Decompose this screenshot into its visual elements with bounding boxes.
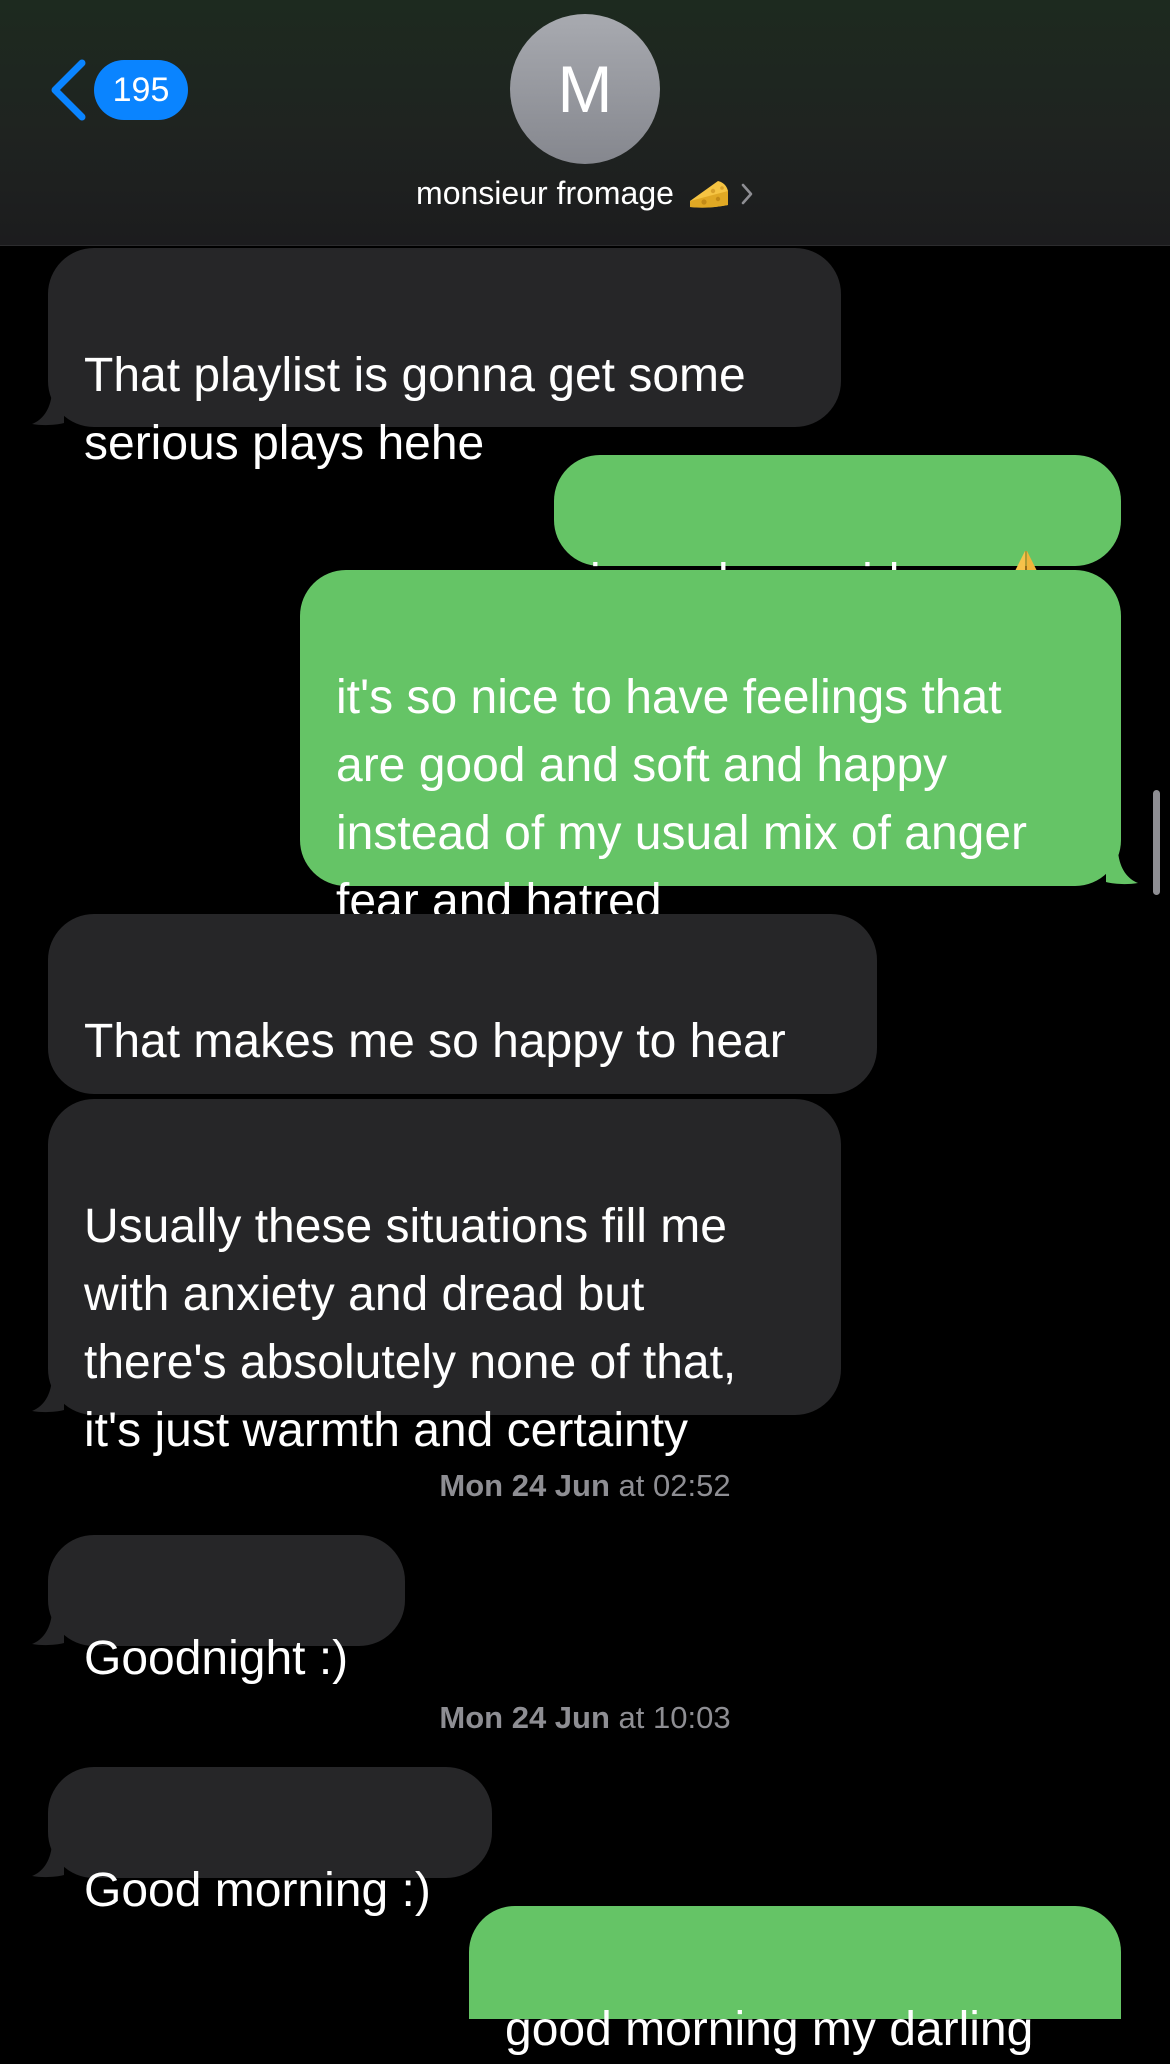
bubble-tail <box>32 1380 64 1413</box>
contact-name-button[interactable]: monsieur fromage <box>0 175 1170 212</box>
bubble-tail <box>1106 852 1138 885</box>
scroll-indicator[interactable] <box>1153 790 1160 895</box>
conversation-header: 195 M monsieur fromage <box>0 0 1170 246</box>
timestamp-day: Mon 24 Jun <box>439 1700 610 1735</box>
message-text: good morning my darling <box>505 2003 1034 2056</box>
message-text: Good morning :) <box>84 1864 431 1917</box>
message-bubble-incoming[interactable]: That makes me so happy to hear <box>48 914 877 1204</box>
unread-count-badge: 195 <box>94 60 188 120</box>
timestamp-time: at 10:03 <box>609 1700 731 1735</box>
timestamp-time: at 02:52 <box>609 1468 731 1503</box>
contact-name-label: monsieur fromage <box>416 175 674 211</box>
message-bubble-outgoing[interactable]: it's so nice to have feelings that are g… <box>300 570 1121 928</box>
timestamp: Mon 24 Jun at 10:03 <box>0 1700 1170 1736</box>
chevron-right-icon <box>741 183 753 204</box>
cheese-icon <box>689 180 728 208</box>
message-bubble-incoming[interactable]: Good morning :) <box>48 1767 492 1917</box>
back-button[interactable]: 195 <box>46 56 188 124</box>
timestamp: Mon 24 Jun at 02:52 <box>0 1468 1170 1504</box>
message-bubble-outgoing[interactable]: good morning my darling <box>469 1906 1121 2056</box>
bubble-tail <box>32 1845 64 1878</box>
bubble-tail <box>32 393 64 426</box>
message-bubble-outgoing[interactable]: in my lover girl era <box>554 455 1121 608</box>
message-text: That playlist is gonna get some serious … <box>84 349 746 470</box>
message-bubble-incoming[interactable]: Usually these situations fill me with an… <box>48 1099 841 1457</box>
message-bubble-incoming[interactable]: Goodnight :) <box>48 1535 405 1685</box>
message-text: it's so nice to have feelings that are g… <box>336 671 1028 928</box>
chevron-left-icon <box>51 59 86 121</box>
message-text: Usually these situations fill me with an… <box>84 1200 737 1457</box>
timestamp-day: Mon 24 Jun <box>439 1468 610 1503</box>
message-text: That makes me so happy to hear <box>84 1015 786 1068</box>
message-text: Goodnight :) <box>84 1632 349 1685</box>
message-bubble-incoming[interactable]: That playlist is gonna get some serious … <box>48 248 841 470</box>
contact-avatar[interactable]: M <box>510 14 660 164</box>
bubble-tail <box>32 1613 64 1646</box>
